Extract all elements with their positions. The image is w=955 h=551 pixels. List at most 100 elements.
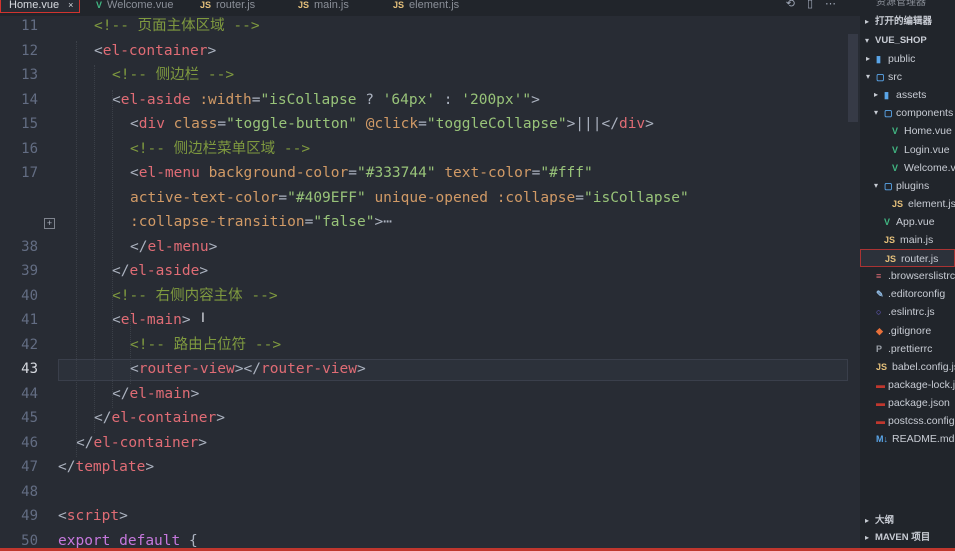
explorer-item-gitignore[interactable]: ◆ .gitignore	[860, 322, 955, 340]
more-icon[interactable]: ⋯	[825, 0, 836, 10]
file-icon: ▬	[876, 379, 885, 390]
open-editors-section[interactable]: ▸ 打开的编辑器	[860, 13, 955, 31]
line-number: 13	[21, 67, 38, 83]
line-number: 11	[21, 18, 38, 34]
code-line: 43 <router-view></router-view>	[0, 357, 860, 381]
chevron-right-icon: ▸	[866, 54, 871, 63]
explorer-item-eslintrc-js[interactable]: ○ .eslintrc.js	[860, 303, 955, 321]
explorer-item-label: README.md	[892, 433, 955, 446]
explorer-item-editorconfig[interactable]: ✎ .editorconfig	[860, 285, 955, 303]
code-text: active-text-color="#409EFF" unique-opene…	[130, 189, 689, 206]
line-number: 40	[21, 287, 38, 304]
explorer-item-postcss-config-js[interactable]: ▬postcss.config.js	[860, 412, 955, 430]
project-name: VUE_SHOP	[875, 35, 927, 46]
project-root[interactable]: ▾ VUE_SHOP	[860, 32, 955, 50]
file-icon: ✎	[876, 289, 884, 300]
explorer-panel: 资源管理器 ▸ 打开的编辑器 ▾ VUE_SHOP ▸ ▮ public ▾ ▢ src ▸ ▮ ass…	[860, 0, 955, 551]
js-file-icon: JS	[200, 0, 212, 10]
code-line: 39 </el-aside>	[0, 259, 860, 283]
indent-guide	[130, 310, 131, 384]
explorer-item-home-vue[interactable]: V Home.vue	[860, 122, 955, 140]
explorer-item-label: src	[888, 71, 902, 84]
code-line: 11 <!-- 页面主体区域 -->	[0, 16, 860, 38]
file-icon: M↓	[876, 434, 888, 445]
outline-label: 大纲	[875, 515, 895, 526]
code-line: 47 </template>	[0, 455, 860, 479]
split-icon[interactable]: ⟲	[786, 0, 795, 10]
explorer-item-label: package.json	[888, 396, 950, 409]
tab-home-vue[interactable]: Home.vue ×	[0, 0, 80, 13]
code-line: 48	[0, 480, 860, 504]
explorer-item-package-lock-json[interactable]: ▬package-lock.json	[860, 376, 955, 394]
explorer-item-browserslistrc[interactable]: ≡ .browserslistrc	[860, 267, 955, 285]
code-text: <router-view></router-view>	[130, 361, 366, 377]
explorer-item-babel-config-js[interactable]: JS babel.config.js	[860, 358, 955, 376]
code-line: 45 </el-container>	[0, 406, 860, 430]
explorer-item-public[interactable]: ▸ ▮ public	[860, 50, 955, 68]
file-icon: ○	[876, 307, 882, 318]
tab-label: Welcome.vue	[107, 0, 174, 11]
explorer-item-login-vue[interactable]: V Login.vue	[860, 141, 955, 159]
tab-router-js[interactable]: JS router.js	[192, 0, 284, 13]
explorer-item-package-json[interactable]: ▬ package.json	[860, 394, 955, 412]
explorer-item-assets[interactable]: ▸ ▮ assets	[860, 86, 955, 104]
line-number: 38	[21, 238, 38, 255]
explorer-item-components[interactable]: ▾ ▢ components	[860, 104, 955, 122]
code-line: 38 </el-menu>	[0, 235, 860, 259]
file-icon: JS	[892, 198, 904, 209]
indent-guide	[94, 65, 95, 433]
code-line: 14 <el-aside :width="isCollapse ? '64px' …	[0, 88, 860, 112]
folder-icon: ▮	[884, 90, 889, 101]
folder-icon: ▢	[884, 108, 893, 119]
explorer-item-plugins[interactable]: ▾ ▢ plugins	[860, 177, 955, 195]
explorer-item-label: .gitignore	[888, 324, 932, 337]
fold-expand-icon[interactable]: +	[44, 218, 55, 229]
file-icon: ◆	[876, 325, 883, 336]
tab-welcome-vue[interactable]: V Welcome.vue	[88, 0, 186, 13]
code-text: </template>	[58, 459, 155, 475]
layout-icon[interactable]: ▯	[807, 0, 813, 10]
code-text: <!-- 侧边栏 -->	[112, 67, 235, 83]
file-icon: ≡	[876, 271, 882, 282]
explorer-item-label: router.js	[901, 253, 939, 266]
file-icon: JS	[884, 235, 896, 245]
explorer-item-router-js[interactable]: JS router.js	[860, 249, 955, 268]
explorer-item-label: babel.config.js	[892, 360, 955, 373]
code-text: <el-main>	[112, 312, 191, 328]
outline-section[interactable]: ▸ 大纲	[860, 512, 955, 530]
tab-main-js[interactable]: JS main.js	[290, 0, 380, 13]
code-text: <el-aside :width="isCollapse ? '64px' : …	[112, 91, 540, 108]
chevron-right-icon: ▸	[865, 516, 870, 525]
file-icon: V	[884, 216, 891, 227]
tab-element-js[interactable]: JS element.js	[385, 0, 485, 13]
explorer-item-src[interactable]: ▾ ▢ src	[860, 68, 955, 86]
code-editor[interactable]: I 11 <!-- 页面主体区域 --> 12 <el-container> 13 <!-…	[0, 16, 860, 551]
maven-label: MAVEN 项目	[875, 532, 931, 543]
explorer-item-label: .editorconfig	[888, 288, 946, 301]
explorer-item-label: element.js	[908, 197, 955, 210]
code-line: 44 </el-main>	[0, 382, 860, 406]
explorer-item-prettierrc[interactable]: P .prettierrc	[860, 340, 955, 358]
file-icon: JS	[876, 361, 888, 372]
chevron-right-icon: ▸	[865, 17, 870, 26]
maven-section[interactable]: ▸ MAVEN 项目	[860, 529, 955, 547]
explorer-item-welcome-vue[interactable]: V Welcome.vue	[860, 159, 955, 177]
explorer-item-label: assets	[896, 89, 927, 102]
folder-icon: ▢	[884, 180, 893, 191]
explorer-item-element-js[interactable]: JS element.js	[860, 195, 955, 213]
line-number: 17	[21, 165, 38, 181]
code-text: </el-aside>	[112, 263, 209, 279]
code-text: :collapse-transition="false">⋯	[130, 214, 392, 230]
explorer-item-main-js[interactable]: JS main.js	[860, 231, 955, 249]
file-icon: V	[892, 144, 899, 155]
code-text: <!-- 侧边栏菜单区域 -->	[130, 140, 311, 157]
close-icon[interactable]: ×	[68, 0, 73, 10]
line-number: 46	[21, 434, 38, 451]
explorer-item-label: .eslintrc.js	[888, 306, 935, 319]
code-line: 17 <el-menu background-color="#333744" te…	[0, 161, 860, 185]
explorer-item-readme-md[interactable]: M↓ README.md	[860, 430, 955, 448]
explorer-item-label: Login.vue	[904, 143, 950, 156]
folder-icon: ▢	[876, 72, 885, 83]
code-text: <!-- 页面主体区域 -->	[94, 18, 260, 34]
explorer-item-app-vue[interactable]: V App.vue	[860, 213, 955, 231]
